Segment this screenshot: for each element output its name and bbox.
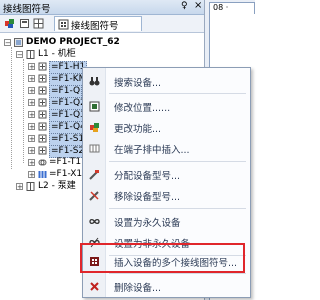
- menu-separator: [109, 161, 246, 162]
- page-icon[interactable]: [19, 18, 30, 29]
- device-icon: [38, 74, 47, 83]
- expand-icon[interactable]: +: [28, 99, 35, 107]
- menu-separator: [109, 208, 246, 209]
- menu-item-label: 在端子排中插入...: [114, 145, 190, 156]
- menu-item-set-permanent[interactable]: 设置为永久设备: [83, 212, 250, 230]
- menu-item-assign-model[interactable]: 分配设备型号...: [83, 165, 250, 183]
- expand-icon[interactable]: +: [28, 111, 35, 119]
- expand-icon[interactable]: +: [28, 123, 35, 131]
- wiring-symbols-icon: [58, 19, 69, 30]
- panel-toolbar: 接线图符号: [0, 15, 204, 33]
- expand-icon[interactable]: +: [16, 183, 23, 191]
- device-icon: [38, 110, 47, 119]
- menu-item-label: 移除设备型号...: [114, 192, 181, 203]
- device-icon: [38, 134, 47, 143]
- binoculars-icon: [89, 77, 100, 86]
- expand-icon[interactable]: +: [28, 135, 35, 143]
- project-name: DEMO PROJECT_62: [26, 37, 120, 47]
- infinity-icon: [89, 218, 100, 225]
- grid-icon[interactable]: [33, 18, 44, 29]
- menu-item-delete-device[interactable]: 删除设备...: [83, 277, 250, 295]
- expand-icon[interactable]: +: [28, 75, 35, 83]
- location-icon: [89, 101, 100, 112]
- menu-item-label: 更改功能...: [114, 124, 162, 135]
- menu-item-label: 设置为永久设备: [114, 218, 181, 229]
- menu-separator: [109, 93, 246, 94]
- tab-wiring-symbols[interactable]: 接线图符号: [54, 16, 142, 32]
- tab-label: 接线图符号: [71, 21, 119, 32]
- menu-item-label: 搜索设备...: [114, 78, 162, 89]
- assign-model-icon: [89, 170, 99, 180]
- menu-item-change-function[interactable]: 更改功能...: [83, 118, 250, 136]
- cabinet-icon: [26, 50, 35, 59]
- menu-item-remove-model[interactable]: 移除设备型号...: [83, 186, 250, 204]
- pin-icon[interactable]: ♀: [181, 1, 188, 11]
- function-icon: [90, 123, 99, 132]
- expand-icon[interactable]: +: [28, 87, 35, 95]
- expand-icon[interactable]: +: [28, 159, 35, 167]
- item-label: =F1-X1: [49, 169, 83, 179]
- delete-icon: [90, 282, 99, 291]
- device-icon: [38, 98, 47, 107]
- collapse-icon[interactable]: −: [16, 51, 23, 59]
- remove-model-icon: [89, 191, 99, 201]
- item-label: =F1-T1: [49, 157, 82, 167]
- highlight-box: [80, 243, 245, 273]
- menu-item-label: 删除设备...: [114, 283, 162, 294]
- menu-separator: [109, 273, 246, 274]
- device-icon: [38, 146, 47, 155]
- project-icon: [14, 38, 23, 47]
- terminal-strip-icon: [38, 171, 47, 178]
- l1-label: L1 - 机柜: [38, 49, 76, 59]
- expand-icon[interactable]: +: [28, 63, 35, 71]
- device-icon: [38, 86, 47, 95]
- symbols-icon[interactable]: [4, 18, 15, 29]
- device-icon: [38, 122, 47, 131]
- menu-item-change-location[interactable]: 修改位置......: [83, 97, 250, 115]
- terminal-insert-icon: [89, 144, 100, 153]
- expand-icon[interactable]: +: [28, 147, 35, 155]
- document-tab[interactable]: 08 ·: [209, 2, 255, 14]
- menu-item-label: 修改位置......: [114, 103, 171, 114]
- menu-item-label: 分配设备型号...: [114, 171, 181, 182]
- expand-icon[interactable]: +: [28, 171, 35, 179]
- device-icon: [38, 62, 47, 71]
- menu-item-insert-terminal[interactable]: 在端子排中插入...: [83, 139, 250, 157]
- menu-item-search-device[interactable]: 搜索设备...: [83, 72, 250, 90]
- panel-title: 接线图符号: [3, 4, 51, 15]
- cabinet-icon: [26, 182, 35, 191]
- collapse-icon[interactable]: −: [4, 39, 11, 47]
- close-icon[interactable]: ×: [194, 0, 202, 11]
- transformer-icon: [38, 159, 47, 166]
- l2-label: L2 - 泵建: [38, 181, 76, 191]
